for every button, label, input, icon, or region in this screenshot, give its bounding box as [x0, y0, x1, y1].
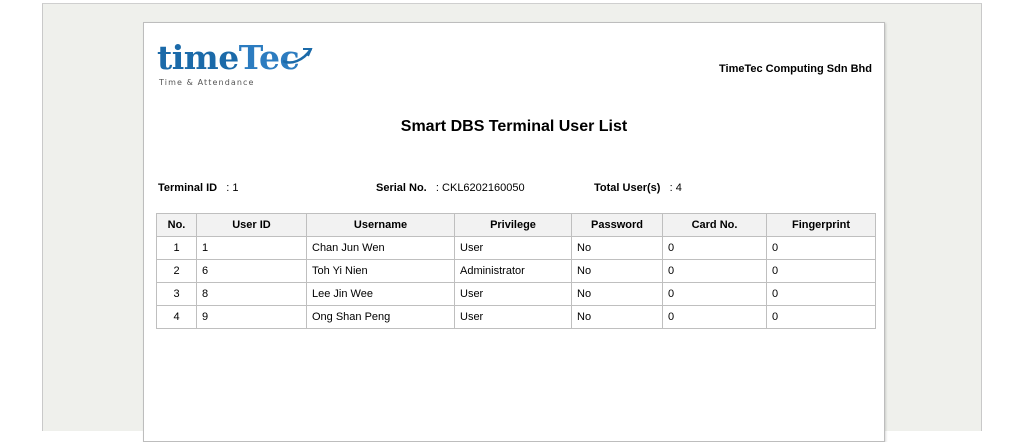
serial-no-value: : CKL6202160050 — [435, 182, 525, 194]
table-row: 2 6 Toh Yi Nien Administrator No 0 0 — [156, 259, 876, 283]
document-viewer[interactable]: timeTec Time & Attendance TimeTec Comput… — [42, 3, 982, 442]
header-username: Username — [306, 213, 455, 237]
company-name: TimeTec Computing Sdn Bhd — [719, 63, 872, 75]
cell-card-no: 0 — [662, 305, 767, 329]
header-card-no: Card No. — [662, 213, 767, 237]
report-title: Smart DBS Terminal User List — [400, 118, 628, 135]
serial-no-label: Serial No. — [376, 182, 427, 194]
cell-card-no: 0 — [662, 259, 767, 283]
cell-card-no: 0 — [662, 236, 767, 260]
cell-privilege: User — [454, 305, 572, 329]
report-page: timeTec Time & Attendance TimeTec Comput… — [143, 22, 885, 442]
logo-tagline: Time & Attendance — [159, 78, 255, 87]
terminal-id-label: Terminal ID — [158, 182, 218, 194]
cell-fingerprint: 0 — [766, 282, 876, 306]
serial-no-field: Serial No. : CKL6202160050 — [376, 182, 525, 194]
cell-fingerprint: 0 — [766, 305, 876, 329]
cell-privilege: User — [454, 236, 572, 260]
cell-password: No — [571, 282, 663, 306]
cell-password: No — [571, 259, 663, 283]
cell-password: No — [571, 236, 663, 260]
terminal-id-value: : 1 — [226, 182, 239, 194]
cell-password: No — [571, 305, 663, 329]
header-fingerprint: Fingerprint — [766, 213, 876, 237]
cell-privilege: User — [454, 282, 572, 306]
cell-no: 4 — [156, 305, 197, 329]
cell-no: 1 — [156, 236, 197, 260]
total-users-label: Total User(s) — [594, 182, 661, 194]
cell-username: Lee Jin Wee — [306, 282, 455, 306]
header-no: No. — [156, 213, 197, 237]
cell-no: 3 — [156, 282, 197, 306]
total-users-value: : 4 — [669, 182, 682, 194]
header-privilege: Privilege — [454, 213, 572, 237]
timetec-logo: timeTec Time & Attendance — [157, 39, 327, 91]
cell-user-id: 9 — [196, 305, 307, 329]
table-row: 4 9 Ong Shan Peng User No 0 0 — [156, 305, 876, 329]
cell-username: Ong Shan Peng — [306, 305, 455, 329]
cell-user-id: 8 — [196, 282, 307, 306]
cell-no: 2 — [156, 259, 197, 283]
terminal-id-field: Terminal ID : 1 — [158, 182, 239, 194]
logo-time-text: time — [157, 38, 239, 77]
table-row: 1 1 Chan Jun Wen User No 0 0 — [156, 236, 876, 260]
cell-username: Toh Yi Nien — [306, 259, 455, 283]
table-header-row: No. User ID Username Privilege Password … — [156, 213, 876, 237]
cell-fingerprint: 0 — [766, 236, 876, 260]
cell-card-no: 0 — [662, 282, 767, 306]
user-list-table: No. User ID Username Privilege Password … — [156, 213, 876, 329]
total-users-field: Total User(s) : 4 — [594, 182, 682, 194]
cell-user-id: 1 — [196, 236, 307, 260]
cell-username: Chan Jun Wen — [306, 236, 455, 260]
header-password: Password — [571, 213, 663, 237]
header-user-id: User ID — [196, 213, 307, 237]
logo-wordmark: timeTec — [157, 38, 300, 77]
table-row: 3 8 Lee Jin Wee User No 0 0 — [156, 282, 876, 306]
cell-user-id: 6 — [196, 259, 307, 283]
logo-swoosh-icon — [282, 48, 313, 64]
cell-privilege: Administrator — [454, 259, 572, 283]
cell-fingerprint: 0 — [766, 259, 876, 283]
